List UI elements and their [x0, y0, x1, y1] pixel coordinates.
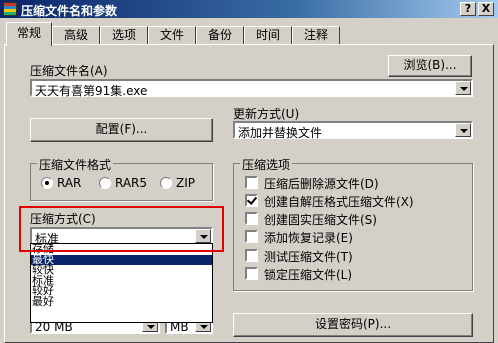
- format-rar5-label: RAR5: [115, 176, 148, 190]
- chevron-down-icon[interactable]: [455, 123, 471, 137]
- update-mode-combo[interactable]: 添加并替换文件: [233, 121, 473, 140]
- winrar-icon: [3, 2, 17, 16]
- method-option-fast[interactable]: 较快: [31, 264, 212, 276]
- format-zip-radio[interactable]: [160, 177, 172, 189]
- format-zip-label: ZIP: [176, 176, 195, 190]
- update-mode-label: 更新方式(U): [233, 107, 300, 121]
- archive-name-input[interactable]: 天天有喜第91集.exe: [35, 82, 147, 99]
- archive-format-label: 压缩文件格式: [37, 156, 114, 173]
- update-mode-value: 添加并替换文件: [238, 126, 323, 140]
- tab-comment[interactable]: 注释: [292, 26, 340, 45]
- solid-label: 创建固实压缩文件(S): [264, 213, 377, 227]
- tab-time[interactable]: 时间: [244, 26, 292, 45]
- tab-general[interactable]: 常规: [6, 22, 52, 46]
- archive-name-label: 压缩文件名(A): [30, 64, 108, 78]
- compression-method-label: 压缩方式(C): [30, 212, 96, 226]
- chevron-down-icon[interactable]: [195, 229, 211, 243]
- sfx-label: 创建自解压格式压缩文件(X): [264, 195, 414, 209]
- compression-method-list: 存储 最快 较快 标准 较好 最好: [30, 243, 213, 323]
- archive-name-combo[interactable]: 天天有喜第91集.exe: [30, 79, 473, 99]
- lock-archive-label: 锁定压缩文件(L): [264, 268, 353, 282]
- sfx-checkbox[interactable]: [245, 194, 258, 207]
- method-option-best[interactable]: 最好: [31, 296, 212, 308]
- test-archive-checkbox[interactable]: [245, 249, 258, 262]
- format-rar5-radio[interactable]: [99, 177, 111, 189]
- solid-checkbox[interactable]: [245, 212, 258, 225]
- title-bar: 压缩文件名和参数 ? X: [0, 0, 498, 18]
- method-option-store[interactable]: 存储: [31, 243, 212, 255]
- delete-after-checkbox[interactable]: [245, 176, 258, 189]
- browse-button[interactable]: 浏览(B)...: [388, 55, 472, 77]
- test-archive-label: 测试压缩文件(T): [264, 250, 353, 264]
- recovery-record-checkbox[interactable]: [245, 230, 258, 243]
- delete-after-label: 压缩后删除源文件(D): [264, 177, 379, 191]
- help-button[interactable]: ?: [460, 2, 476, 16]
- method-option-good[interactable]: 较好: [31, 285, 212, 297]
- format-rar-label: RAR: [57, 176, 82, 190]
- close-button[interactable]: X: [478, 2, 494, 16]
- tab-files[interactable]: 文件: [148, 26, 196, 45]
- recovery-record-label: 添加恢复记录(E): [264, 231, 353, 245]
- lock-archive-checkbox[interactable]: [245, 267, 258, 280]
- set-password-button[interactable]: 设置密码(P)...: [233, 313, 473, 337]
- method-option-normal[interactable]: 标准: [31, 275, 212, 287]
- window-title: 压缩文件名和参数: [21, 4, 118, 18]
- tab-backup[interactable]: 备份: [196, 26, 244, 45]
- profiles-button[interactable]: 配置(F)...: [30, 118, 213, 142]
- archive-options-label: 压缩选项: [240, 156, 293, 173]
- tab-advanced[interactable]: 高级: [52, 26, 100, 45]
- chevron-down-icon[interactable]: [455, 81, 471, 95]
- tab-options[interactable]: 选项: [100, 26, 148, 45]
- method-option-fastest[interactable]: 最快: [31, 254, 212, 265]
- format-rar-radio[interactable]: [41, 177, 53, 189]
